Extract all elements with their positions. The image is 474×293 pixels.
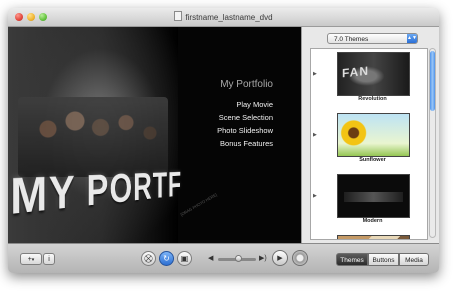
menu-title[interactable]: My Portfolio [217,79,273,90]
menu-item-scene-selection[interactable]: Scene Selection [217,111,273,124]
volume-high-icon: ▶) [259,255,267,262]
map-view-button[interactable]: ⛒ [141,251,156,266]
theme-list-scrollbar[interactable] [429,48,436,238]
menu-item-bonus-features[interactable]: Bonus Features [217,137,273,150]
window-title-text: firstname_lastname_dvd [185,13,273,22]
theme-set-label: 7.0 Themes [334,36,369,43]
theme-set-select[interactable]: 7.0 Themes ▲▼ [327,33,418,44]
bottom-toolbar: +▾ i ⛒ ↻ ▣ ◀ ▶) ▶ Themes Buttons Media [8,243,439,273]
theme-list[interactable]: ▶ FAN Revolution ▶ Sunflower ▶ Modern ▶ [310,48,428,240]
play-preview-icon[interactable]: ▶ [313,132,317,138]
menu-item-photo-slideshow[interactable]: Photo Slideshow [217,124,273,137]
themes-panel: 7.0 Themes ▲▼ ▶ FAN Revolution ▶ Sunflow… [301,27,439,243]
tab-themes[interactable]: Themes [336,253,368,266]
motion-icon: ↻ [163,254,170,263]
idvd-window: firstname_lastname_dvd MY PORTF [DRAG PH… [8,8,439,273]
theme-thumbnail: FAN [337,52,410,96]
info-button[interactable]: i [43,253,55,265]
theme-name: Revolution [358,96,387,102]
theme-thumbnail [337,174,410,218]
dvd-menu: My Portfolio Play Movie Scene Selection … [217,79,273,150]
map-icon: ⛒ [144,254,153,263]
theme-item-modern[interactable]: ▶ Modern [311,171,419,231]
drop-zone-icon: ▣ [180,254,189,263]
chevron-down-icon: ▾ [31,257,35,263]
menu-item-play-movie[interactable]: Play Movie [217,98,273,111]
volume-slider[interactable] [218,255,256,262]
menu-preview[interactable]: MY PORTF [DRAG PHOTO HERE] My Portfolio … [8,27,301,243]
title-bar[interactable]: firstname_lastname_dvd [8,8,439,27]
edit-drop-zones-button[interactable]: ▣ [177,251,192,266]
play-button[interactable]: ▶ [272,250,288,266]
theme-thumbnail [337,235,410,239]
window-title: firstname_lastname_dvd [8,11,439,22]
theme-item-sunflower[interactable]: ▶ Sunflower [311,110,419,170]
info-icon: i [48,256,50,263]
tab-buttons[interactable]: Buttons [368,253,399,266]
scrollbar-thumb[interactable] [430,51,435,111]
volume-low-icon: ◀ [208,255,214,262]
thumbnail-text: FAN [342,63,369,81]
add-button[interactable]: +▾ [20,253,42,265]
play-preview-icon[interactable]: ▶ [313,193,317,199]
theme-thumbnail [337,113,410,157]
tab-media[interactable]: Media [399,253,429,266]
document-icon [174,11,183,21]
volume-slider-knob[interactable] [235,255,243,262]
play-preview-icon[interactable]: ▶ [313,71,317,77]
thumbnail-strip [344,192,403,202]
burn-button[interactable] [292,250,308,266]
theme-name: Modern [362,218,383,224]
theme-item-revolution[interactable]: ▶ FAN Revolution [311,49,419,109]
theme-name: Sunflower [359,157,386,163]
play-icon: ▶ [277,255,283,262]
motion-button[interactable]: ↻ [159,251,174,266]
drop-zone-watermark: [DRAG PHOTO HERE] [179,192,218,217]
chevron-updown-icon: ▲▼ [407,34,417,43]
theme-item-photo[interactable]: ▶ [311,232,419,239]
